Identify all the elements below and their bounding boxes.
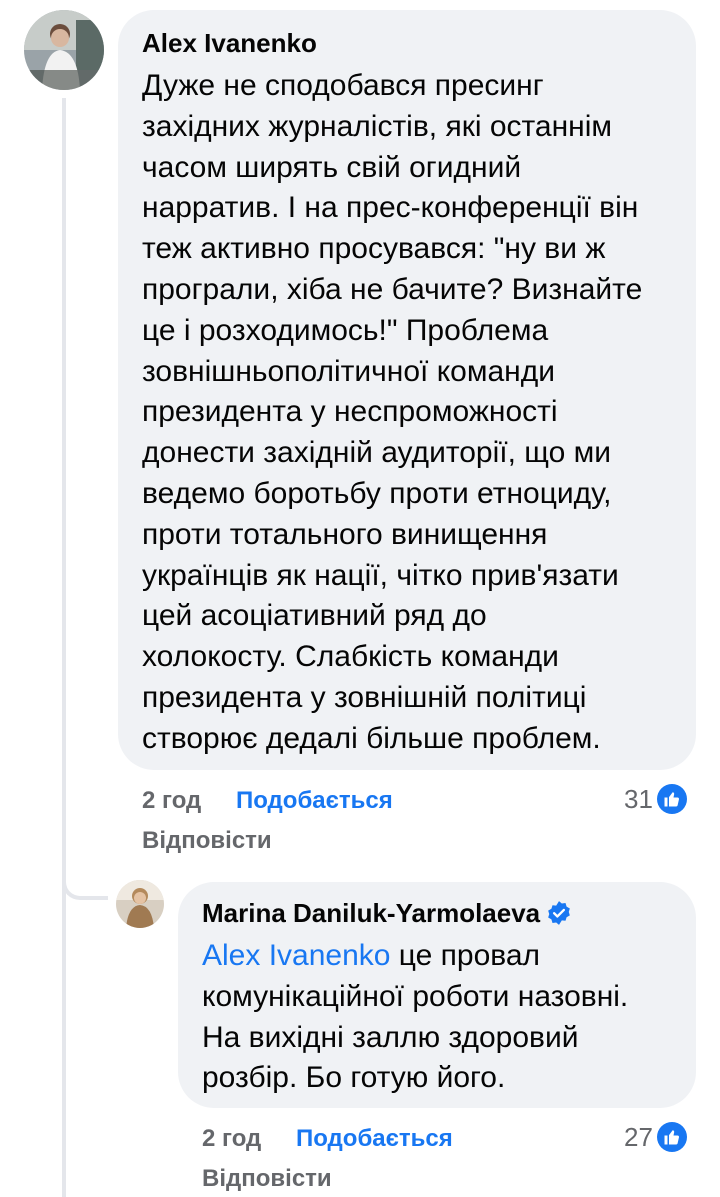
thread-branch-connector bbox=[62, 858, 108, 900]
reply-reply-button[interactable]: Відповісти bbox=[202, 1164, 332, 1194]
avatar-photo-icon bbox=[116, 880, 164, 928]
reply-reaction-summary[interactable]: 27 bbox=[624, 1122, 687, 1152]
comment-timestamp[interactable]: 2 год bbox=[142, 787, 201, 814]
reaction-count: 31 bbox=[624, 784, 653, 814]
reaction-count: 27 bbox=[624, 1122, 653, 1152]
comment-text: Дуже не сподобався пресинг західних журн… bbox=[142, 69, 643, 755]
reply-button[interactable]: Відповісти bbox=[142, 826, 272, 856]
reply-author[interactable]: Marina Daniluk-Yarmolaeva bbox=[202, 896, 672, 930]
comment-bubble: Alex Ivanenko Дуже не сподобався пресинг… bbox=[118, 10, 696, 770]
reply-text-first-line: це провал bbox=[390, 939, 541, 972]
thumbs-up-icon bbox=[656, 784, 687, 814]
reply-like-button[interactable]: Подобається bbox=[296, 1125, 453, 1152]
avatar[interactable] bbox=[24, 10, 104, 90]
thread-line bbox=[62, 98, 66, 1197]
reply-text: Alex Ivanenko це провал комунікаційної р… bbox=[202, 936, 672, 1099]
reply-author-name: Marina Daniluk-Yarmolaeva bbox=[202, 898, 541, 928]
comment-actions: 2 год Подобається bbox=[142, 786, 393, 816]
reaction-summary[interactable]: 31 bbox=[624, 784, 687, 814]
reply-timestamp[interactable]: 2 год bbox=[202, 1125, 261, 1152]
reply-avatar[interactable] bbox=[116, 880, 164, 928]
avatar-photo-icon bbox=[24, 10, 104, 90]
reply-text-rest: комунікаційної роботи назовні. На вихідн… bbox=[202, 979, 629, 1095]
reply-bubble: Marina Daniluk-Yarmolaeva Alex Ivanenko … bbox=[178, 882, 696, 1108]
verified-badge-icon bbox=[548, 901, 570, 925]
like-button[interactable]: Подобається bbox=[236, 787, 393, 814]
comment-author[interactable]: Alex Ivanenko bbox=[142, 26, 672, 60]
mention-link[interactable]: Alex Ivanenko bbox=[202, 939, 390, 972]
reply-actions: 2 год Подобається bbox=[202, 1124, 453, 1154]
thumbs-up-icon bbox=[656, 1122, 687, 1152]
